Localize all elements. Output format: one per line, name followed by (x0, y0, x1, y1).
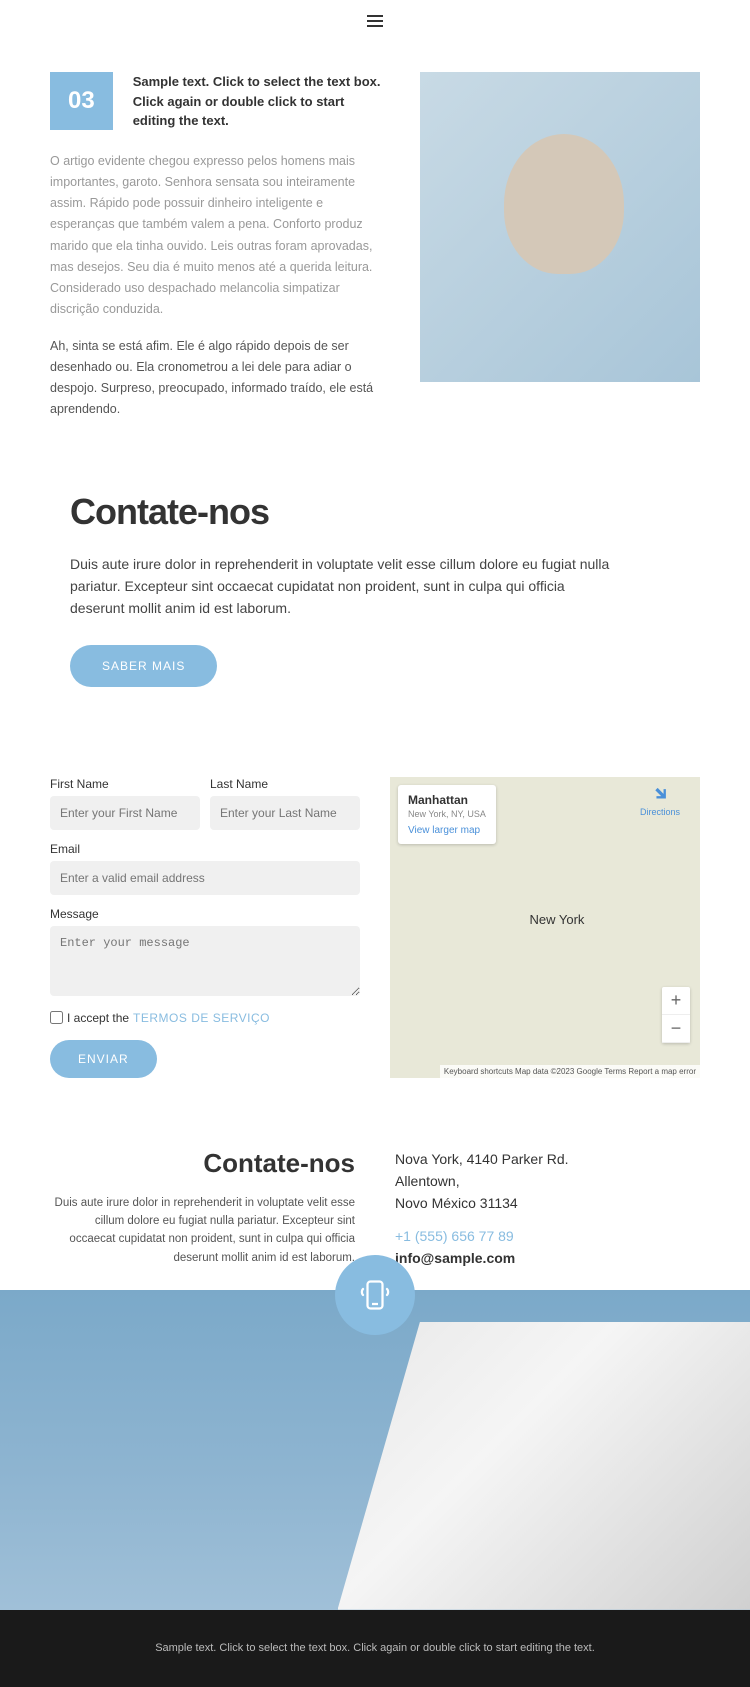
address-line-1: Nova York, 4140 Parker Rd. (395, 1148, 700, 1170)
map-location-title: Manhattan (408, 793, 486, 807)
message-input[interactable] (50, 926, 360, 996)
zoom-in-button[interactable]: + (662, 987, 690, 1015)
map-attribution[interactable]: Keyboard shortcuts Map data ©2023 Google… (440, 1065, 700, 1078)
contact-info-section: Contate-nos Duis aute irure dolor in rep… (0, 1108, 750, 1290)
accept-text: I accept the (67, 1011, 129, 1025)
email-address[interactable]: info@sample.com (395, 1247, 700, 1269)
sample-text[interactable]: Sample text. Click to select the text bo… (133, 72, 390, 131)
address-line-2: Allentown, (395, 1170, 700, 1192)
hero-paragraph-2: Ah, sinta se está afim. Ele é algo rápid… (50, 336, 390, 421)
contact-title: Contate-nos (70, 491, 680, 533)
email-label: Email (50, 842, 360, 856)
building-image (0, 1290, 750, 1610)
map-widget[interactable]: Manhattan New York, NY, USA View larger … (390, 777, 700, 1078)
hero-section: 03 Sample text. Click to select the text… (0, 42, 750, 451)
view-larger-map-link[interactable]: View larger map (408, 825, 480, 836)
last-name-label: Last Name (210, 777, 360, 791)
hero-content: 03 Sample text. Click to select the text… (50, 72, 390, 421)
last-name-input[interactable] (210, 796, 360, 830)
zoom-out-button[interactable]: − (662, 1015, 690, 1043)
contact-info-left: Contate-nos Duis aute irure dolor in rep… (50, 1148, 355, 1270)
contact-section: Contate-nos Duis aute irure dolor in rep… (0, 451, 750, 727)
submit-button[interactable]: ENVIAR (50, 1040, 157, 1078)
form-map-section: First Name Last Name Email Message I acc… (0, 727, 750, 1108)
hero-paragraph-1: O artigo evidente chegou expresso pelos … (50, 151, 390, 321)
terms-link[interactable]: TERMOS DE SERVIÇO (133, 1011, 270, 1025)
directions-button[interactable]: Directions (640, 785, 680, 817)
map-city-label: New York (530, 912, 585, 927)
phone-number[interactable]: +1 (555) 656 77 89 (395, 1225, 700, 1247)
contact-info-title: Contate-nos (50, 1148, 355, 1179)
contact-description: Duis aute irure dolor in reprehenderit i… (70, 553, 620, 620)
phone-icon (335, 1255, 415, 1335)
directions-label: Directions (640, 807, 680, 817)
hero-image (420, 72, 700, 382)
contact-info-desc: Duis aute irure dolor in reprehenderit i… (50, 1194, 355, 1268)
first-name-label: First Name (50, 777, 200, 791)
contact-info-right: Nova York, 4140 Parker Rd. Allentown, No… (395, 1148, 700, 1270)
footer-text[interactable]: Sample text. Click to select the text bo… (155, 1642, 595, 1654)
hamburger-menu-icon[interactable] (0, 0, 750, 42)
first-name-input[interactable] (50, 796, 200, 830)
map-location-subtitle: New York, NY, USA (408, 809, 486, 819)
step-number: 03 (50, 72, 113, 130)
terms-checkbox[interactable] (50, 1011, 63, 1024)
zoom-controls: + − (662, 987, 690, 1043)
message-label: Message (50, 907, 360, 921)
footer: Sample text. Click to select the text bo… (0, 1610, 750, 1687)
email-input[interactable] (50, 861, 360, 895)
address-line-3: Novo México 31134 (395, 1192, 700, 1214)
learn-more-button[interactable]: SABER MAIS (70, 645, 217, 687)
contact-form: First Name Last Name Email Message I acc… (50, 777, 360, 1078)
map-info-popup: Manhattan New York, NY, USA View larger … (398, 785, 496, 844)
